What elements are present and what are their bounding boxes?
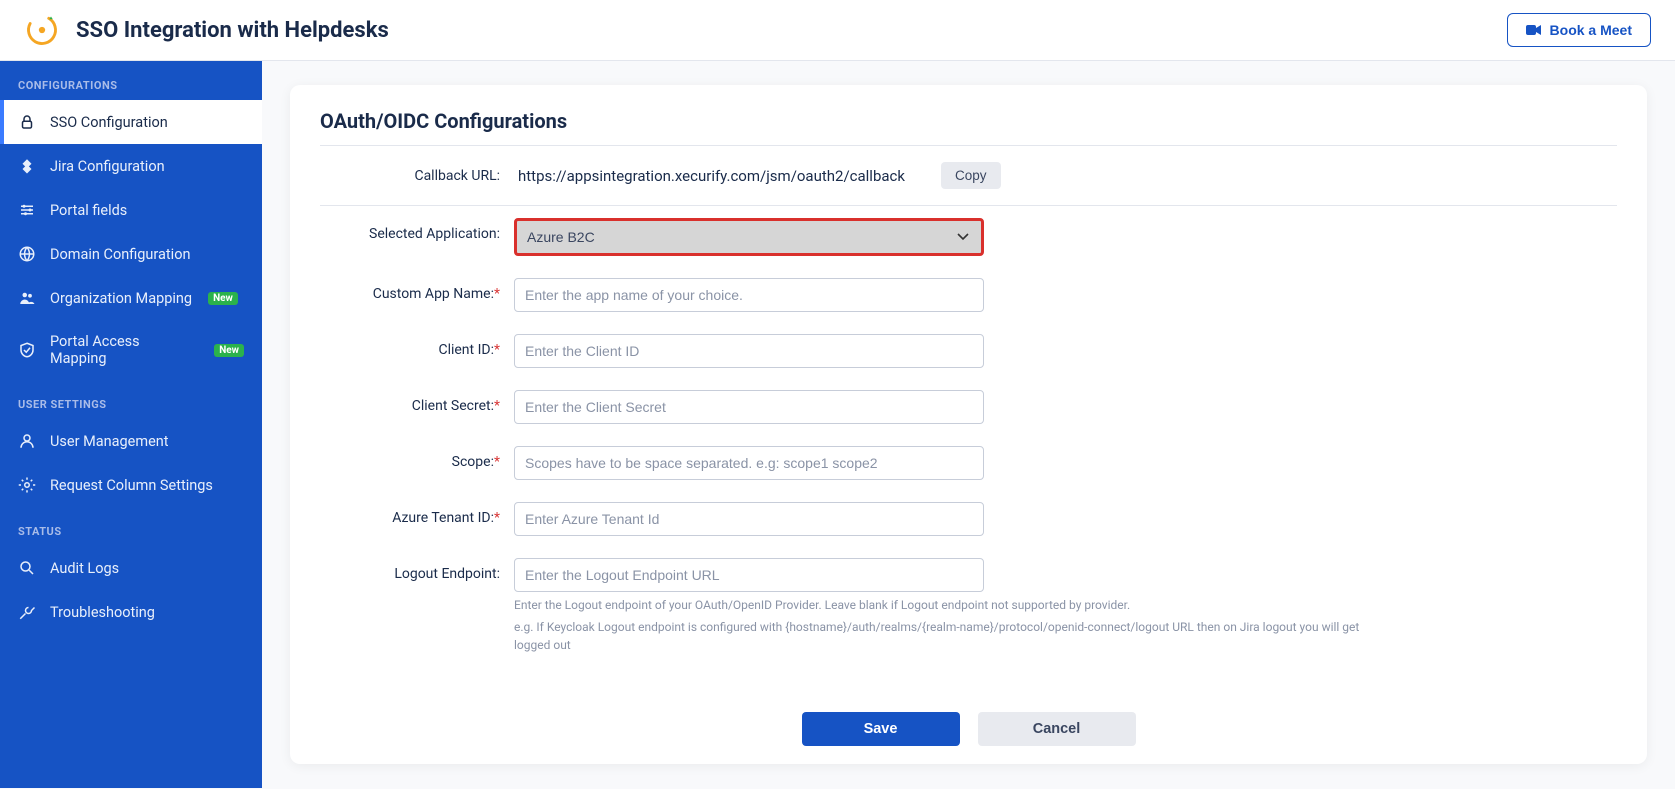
sidebar-item-org[interactable]: Organization Mapping New xyxy=(0,276,262,320)
jira-icon xyxy=(18,157,36,175)
wrench-icon xyxy=(18,603,36,621)
logout-col: Enter the Logout endpoint of your OAuth/… xyxy=(514,558,1374,654)
sidebar-item-user-mgmt[interactable]: User Management xyxy=(0,419,262,463)
sidebar-item-label: Portal fields xyxy=(50,202,127,219)
new-badge: New xyxy=(208,292,238,305)
section-user-settings: USER SETTINGS xyxy=(0,380,262,419)
form-scroll[interactable]: Selected Application: Azure B2C Custom A… xyxy=(290,206,1647,700)
sidebar-item-label: Request Column Settings xyxy=(50,477,213,494)
sidebar-item-sso[interactable]: SSO Configuration xyxy=(0,100,262,144)
book-meet-button[interactable]: Book a Meet xyxy=(1507,13,1651,47)
sidebar-item-label: Organization Mapping xyxy=(50,290,192,307)
layout: CONFIGURATIONS SSO Configuration Jira Co… xyxy=(0,61,1675,788)
save-button[interactable]: Save xyxy=(802,712,960,746)
sidebar-item-domain[interactable]: Domain Configuration xyxy=(0,232,262,276)
callback-label: Callback URL: xyxy=(320,168,500,184)
scope-input[interactable] xyxy=(514,446,984,480)
row-scope: Scope:* xyxy=(320,446,1617,480)
logout-help1: Enter the Logout endpoint of your OAuth/… xyxy=(514,596,1374,614)
topbar-left: SSO Integration with Helpdesks xyxy=(24,12,389,48)
main: OAuth/OIDC Configurations Callback URL: … xyxy=(262,61,1675,788)
sidebar-item-label: Troubleshooting xyxy=(50,604,155,621)
sidebar-item-label: User Management xyxy=(50,433,169,450)
sidebar: CONFIGURATIONS SSO Configuration Jira Co… xyxy=(0,61,262,788)
sidebar-item-portal-access[interactable]: Portal Access Mapping New xyxy=(0,320,262,380)
sidebar-item-req-col[interactable]: Request Column Settings xyxy=(0,463,262,507)
page-title: SSO Integration with Helpdesks xyxy=(76,18,389,43)
logout-help2: e.g. If Keycloak Logout endpoint is conf… xyxy=(514,618,1374,654)
client-id-input[interactable] xyxy=(514,334,984,368)
sidebar-item-label: Audit Logs xyxy=(50,560,119,577)
users-icon xyxy=(18,289,36,307)
video-icon xyxy=(1526,24,1542,36)
sidebar-item-label: SSO Configuration xyxy=(50,114,168,131)
sidebar-item-label: Domain Configuration xyxy=(50,246,190,263)
row-logout: Logout Endpoint: Enter the Logout endpoi… xyxy=(320,558,1617,654)
custom-app-input[interactable] xyxy=(514,278,984,312)
section-configurations: CONFIGURATIONS xyxy=(0,61,262,100)
config-card: OAuth/OIDC Configurations Callback URL: … xyxy=(290,85,1647,764)
custom-app-label: Custom App Name:* xyxy=(320,278,500,302)
globe-icon xyxy=(18,245,36,263)
row-selected-app: Selected Application: Azure B2C xyxy=(320,218,1617,256)
selected-app-select[interactable]: Azure B2C xyxy=(514,218,984,256)
gear-icon xyxy=(18,476,36,494)
callback-url: https://appsintegration.xecurify.com/jsm… xyxy=(518,167,905,185)
section-status: STATUS xyxy=(0,507,262,546)
sidebar-item-jira[interactable]: Jira Configuration xyxy=(0,144,262,188)
row-client-secret: Client Secret:* xyxy=(320,390,1617,424)
tenant-label: Azure Tenant ID:* xyxy=(320,502,500,526)
row-custom-app: Custom App Name:* xyxy=(320,278,1617,312)
tenant-input[interactable] xyxy=(514,502,984,536)
row-client-id: Client ID:* xyxy=(320,334,1617,368)
client-secret-input[interactable] xyxy=(514,390,984,424)
sidebar-item-troubleshoot[interactable]: Troubleshooting xyxy=(0,590,262,634)
callback-row: Callback URL: https://appsintegration.xe… xyxy=(290,146,1647,205)
sidebar-item-audit[interactable]: Audit Logs xyxy=(0,546,262,590)
new-badge: New xyxy=(214,344,244,357)
shield-icon xyxy=(18,341,36,359)
card-title: OAuth/OIDC Configurations xyxy=(290,85,1647,145)
scope-label: Scope:* xyxy=(320,446,500,470)
actions: Save Cancel xyxy=(290,700,1647,764)
topbar: SSO Integration with Helpdesks Book a Me… xyxy=(0,0,1675,61)
logout-label: Logout Endpoint: xyxy=(320,558,500,582)
client-id-label: Client ID:* xyxy=(320,334,500,358)
sidebar-item-label: Portal Access Mapping xyxy=(50,333,198,367)
client-secret-label: Client Secret:* xyxy=(320,390,500,414)
cancel-button[interactable]: Cancel xyxy=(978,712,1136,746)
app-logo xyxy=(24,12,60,48)
sliders-icon xyxy=(18,201,36,219)
user-icon xyxy=(18,432,36,450)
sidebar-item-label: Jira Configuration xyxy=(50,158,165,175)
book-meet-label: Book a Meet xyxy=(1550,22,1632,38)
selected-app-label: Selected Application: xyxy=(320,218,500,242)
copy-button[interactable]: Copy xyxy=(941,162,1001,189)
sidebar-item-portal[interactable]: Portal fields xyxy=(0,188,262,232)
logout-input[interactable] xyxy=(514,558,984,592)
lock-icon xyxy=(18,113,36,131)
row-tenant: Azure Tenant ID:* xyxy=(320,502,1617,536)
search-icon xyxy=(18,559,36,577)
